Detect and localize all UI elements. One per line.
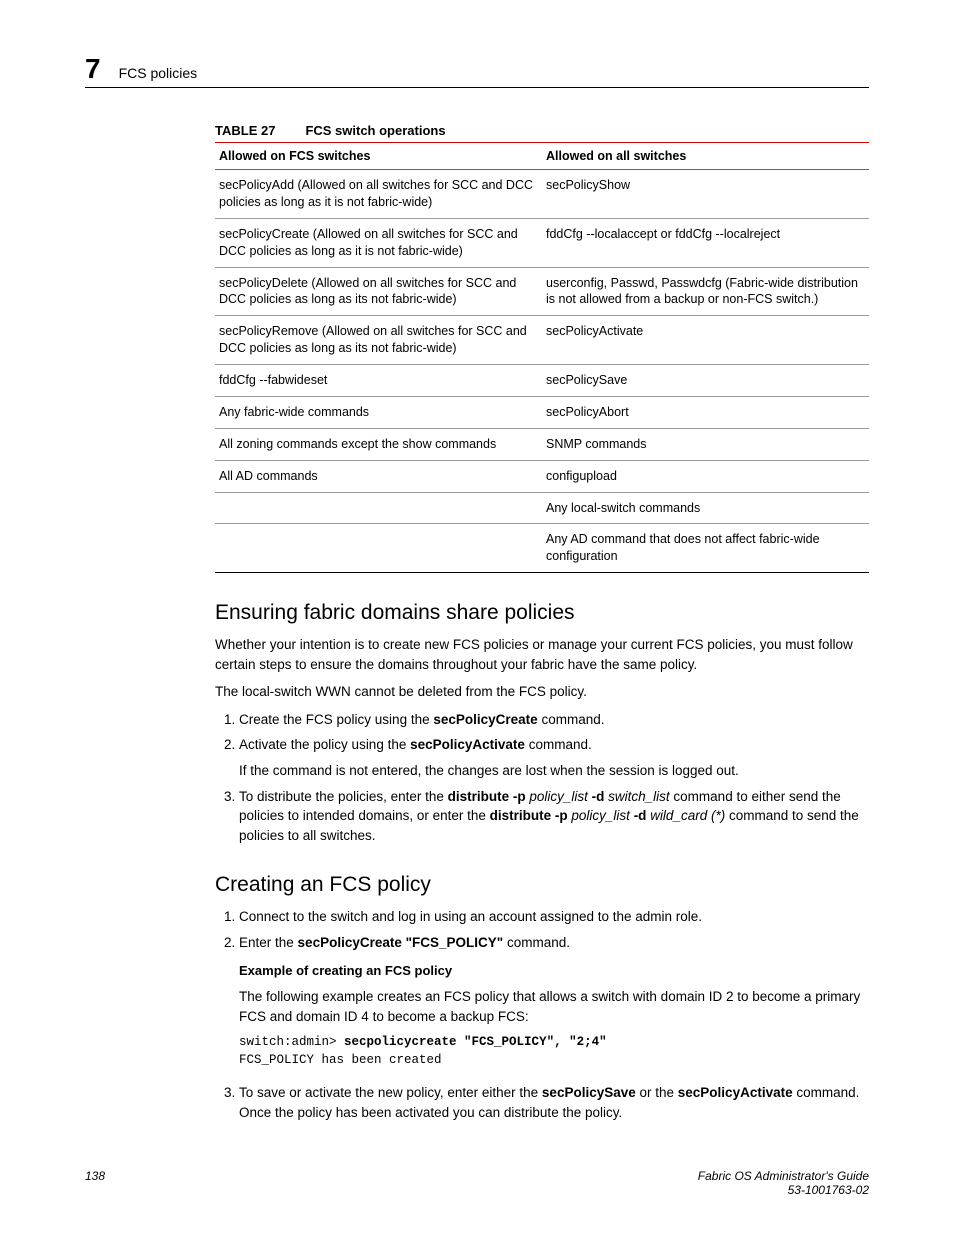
chapter-number: 7 (85, 55, 101, 83)
list-item: Connect to the switch and log in using a… (239, 907, 869, 927)
table-row: secPolicyAdd (Allowed on all switches fo… (215, 170, 869, 219)
table-label: TABLE 27 (215, 123, 275, 138)
code-block: switch:admin> secpolicycreate "FCS_POLIC… (239, 1034, 869, 1069)
paragraph: Whether your intention is to create new … (215, 635, 869, 674)
page-footer: 138 Fabric OS Administrator's Guide 53-1… (85, 1169, 869, 1197)
ordered-list: Create the FCS policy using the secPolic… (215, 710, 869, 845)
fcs-operations-table: Allowed on FCS switches Allowed on all s… (215, 142, 869, 573)
example-title: Example of creating an FCS policy (239, 962, 869, 981)
section-heading-ensuring: Ensuring fabric domains share policies (215, 601, 869, 625)
header-title: FCS policies (119, 65, 198, 81)
table-row: Any AD command that does not affect fabr… (215, 524, 869, 573)
table-row: Any fabric-wide commandssecPolicyAbort (215, 396, 869, 428)
table-caption: TABLE 27 FCS switch operations (215, 123, 869, 138)
table-row: All zoning commands except the show comm… (215, 428, 869, 460)
table-row: secPolicyCreate (Allowed on all switches… (215, 218, 869, 267)
table-row: fddCfg --fabwidesetsecPolicySave (215, 365, 869, 397)
table-row: secPolicyRemove (Allowed on all switches… (215, 316, 869, 365)
list-item: Enter the secPolicyCreate "FCS_POLICY" c… (239, 933, 869, 1070)
list-item: Create the FCS policy using the secPolic… (239, 710, 869, 730)
table-row: All AD commandsconfigupload (215, 460, 869, 492)
list-item: Activate the policy using the secPolicyA… (239, 735, 869, 780)
list-item: To save or activate the new policy, ente… (239, 1083, 869, 1122)
page-content: TABLE 27 FCS switch operations Allowed on… (215, 123, 869, 1122)
page-number: 138 (85, 1169, 105, 1197)
footer-guide: Fabric OS Administrator's Guide (698, 1169, 869, 1183)
list-item: To distribute the policies, enter the di… (239, 787, 869, 846)
table-row: secPolicyDelete (Allowed on all switches… (215, 267, 869, 316)
table-row: Any local-switch commands (215, 492, 869, 524)
section-heading-creating: Creating an FCS policy (215, 873, 869, 897)
page-header: 7 FCS policies (85, 55, 869, 88)
paragraph: The following example creates an FCS pol… (239, 987, 869, 1026)
table-col-fcs: Allowed on FCS switches (215, 143, 542, 170)
table-title: FCS switch operations (305, 123, 445, 138)
paragraph: If the command is not entered, the chang… (239, 761, 869, 781)
ordered-list: Connect to the switch and log in using a… (215, 907, 869, 1122)
footer-docnum: 53-1001763-02 (698, 1183, 869, 1197)
paragraph: The local-switch WWN cannot be deleted f… (215, 682, 869, 702)
table-col-all: Allowed on all switches (542, 143, 869, 170)
